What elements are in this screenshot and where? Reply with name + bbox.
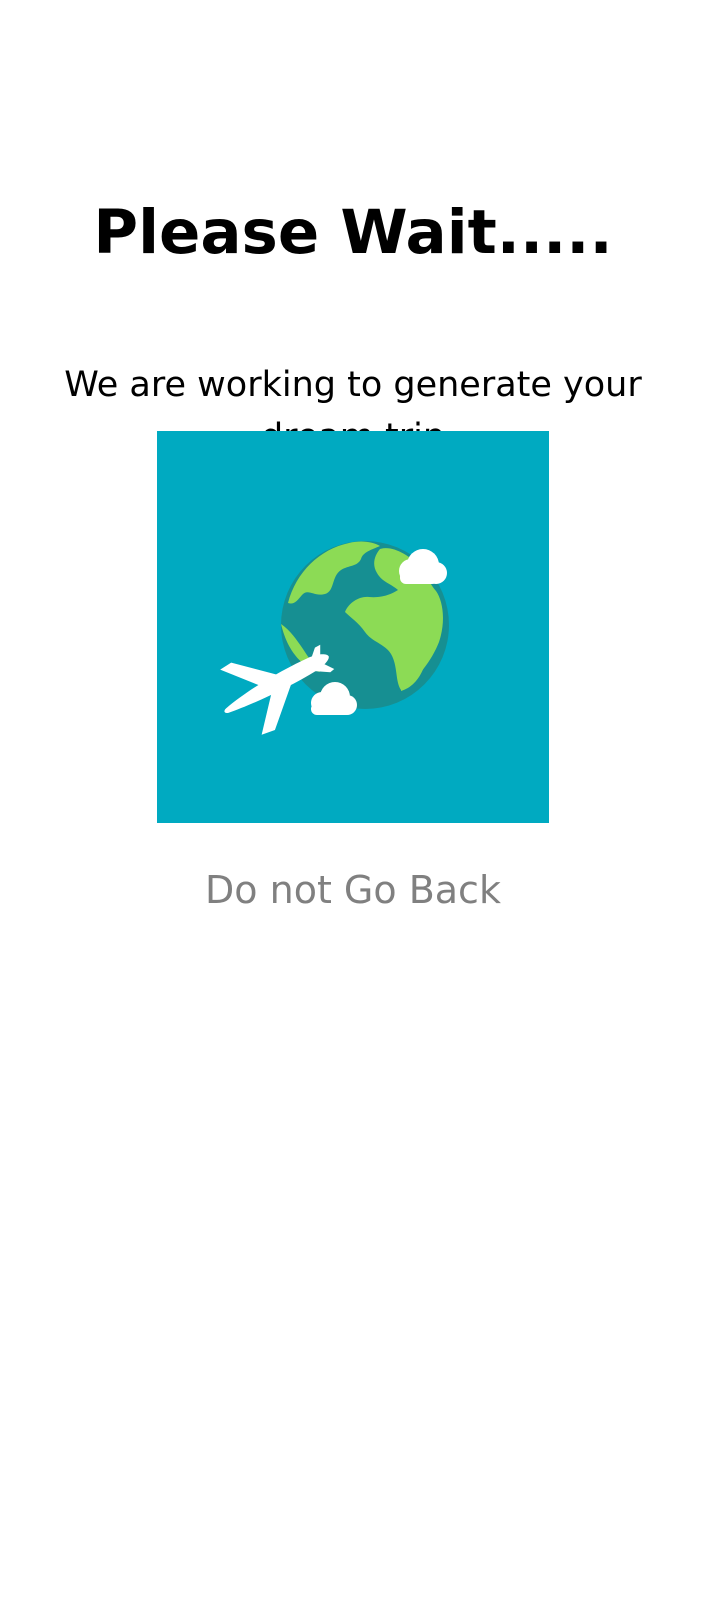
do-not-go-back-warning: Do not Go Back [205, 868, 501, 912]
please-wait-title: Please Wait..... [93, 196, 613, 268]
travel-illustration [157, 431, 549, 823]
globe-airplane-icon [157, 431, 549, 823]
trip-generation-loading-screen: Please Wait..... We are working to gener… [0, 0, 720, 1600]
